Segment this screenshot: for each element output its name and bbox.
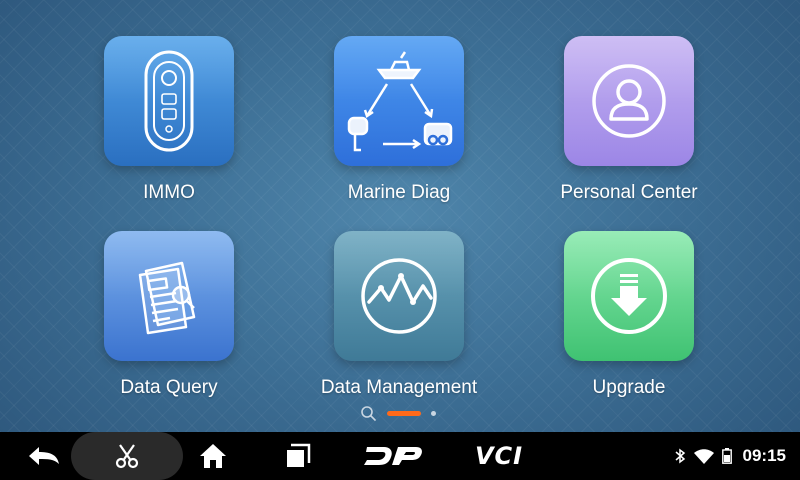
app-marine-diag-label: Marine Diag <box>347 182 451 203</box>
immo-tile[interactable] <box>104 36 234 166</box>
back-button[interactable] <box>14 432 74 480</box>
scissors-icon <box>115 444 139 469</box>
clock: 09:15 <box>742 446 786 465</box>
data-query-tile[interactable] <box>104 231 234 361</box>
navigation-bar: VCI 09:15 <box>0 432 800 480</box>
home-icon <box>200 444 226 468</box>
screenshot-button[interactable] <box>71 432 183 480</box>
marine-engine-icon <box>347 51 453 152</box>
dp-button[interactable] <box>360 432 426 480</box>
user-icon <box>592 64 666 138</box>
app-immo-label: IMMO <box>143 182 195 203</box>
personal-center-tile[interactable] <box>564 36 694 166</box>
wifi-icon <box>693 448 714 464</box>
page-indicator <box>360 405 450 421</box>
app-data-management[interactable]: Data Management <box>299 231 499 400</box>
search-icon[interactable] <box>360 405 376 421</box>
document-search-icon <box>138 261 196 335</box>
recent-apps-button[interactable] <box>276 432 320 480</box>
marine-diag-tile[interactable] <box>334 36 464 166</box>
app-immo[interactable]: IMMO <box>69 36 269 205</box>
battery-icon <box>721 448 732 464</box>
bluetooth-icon <box>675 448 685 464</box>
vci-label: VCI <box>474 442 524 470</box>
app-data-management-label: Data Management <box>320 377 478 398</box>
status-area: 09:15 <box>674 432 786 480</box>
app-data-query[interactable]: Data Query <box>69 231 269 400</box>
app-upgrade[interactable]: Upgrade <box>529 231 729 400</box>
back-arrow-icon <box>29 447 59 465</box>
app-data-query-label: Data Query <box>120 377 218 398</box>
app-upgrade-label: Upgrade <box>592 377 666 398</box>
home-button[interactable] <box>190 432 236 480</box>
line-graph-icon <box>361 258 437 334</box>
dp-logo-icon <box>364 447 422 465</box>
upgrade-tile[interactable] <box>564 231 694 361</box>
page-indicator-active[interactable] <box>387 411 421 416</box>
app-personal-center[interactable]: Personal Center <box>529 36 729 205</box>
recent-apps-icon <box>287 443 311 467</box>
car-key-icon <box>144 50 194 152</box>
page-indicator-dot[interactable] <box>431 411 436 416</box>
app-marine-diag[interactable]: Marine Diag <box>299 36 499 205</box>
download-icon <box>591 258 667 334</box>
data-management-tile[interactable] <box>334 231 464 361</box>
app-personal-center-label: Personal Center <box>560 182 698 203</box>
vci-button[interactable]: VCI <box>466 432 532 480</box>
